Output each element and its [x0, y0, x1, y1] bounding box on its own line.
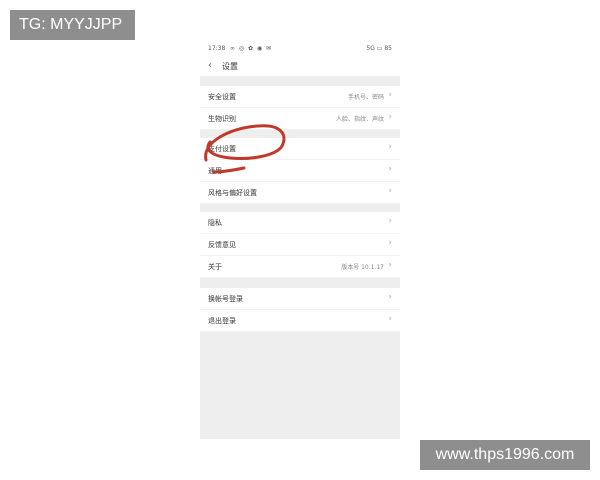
row-about[interactable]: 关于 版本号 10.1.17 › — [200, 256, 400, 278]
chevron-right-icon: › — [388, 238, 392, 248]
status-icons: ∞ ◎ ✿ ◉ ✉ — [230, 45, 273, 52]
back-arrow-icon[interactable]: ‹ — [208, 60, 212, 71]
status-time: 17:38 — [208, 45, 226, 52]
chevron-right-icon: › — [388, 314, 392, 324]
row-switch-account[interactable]: 换帐号登录 › — [200, 288, 400, 310]
status-bar: 17:38 ∞ ◎ ✿ ◉ ✉ 5G ▭ 85 — [200, 40, 400, 58]
chevron-right-icon: › — [388, 142, 392, 152]
chevron-right-icon: › — [388, 216, 392, 226]
title-bar: ‹ 设置 — [200, 58, 400, 76]
row-value: 人脸、指纹、声纹 — [335, 116, 384, 123]
row-security[interactable]: 安全设置 手机号、密码 › — [200, 86, 400, 108]
row-label: 安全设置 — [208, 93, 236, 101]
page-title: 设置 — [222, 62, 238, 71]
watermark-bottom: www.thps1996.com — [420, 440, 590, 470]
row-label: 隐私 — [208, 219, 222, 227]
annotation-circle — [204, 124, 286, 174]
chevron-right-icon: › — [388, 186, 392, 196]
row-value: 版本号 10.1.17 — [341, 264, 384, 271]
chevron-right-icon: › — [388, 112, 392, 122]
phone-screen: 17:38 ∞ ◎ ✿ ◉ ✉ 5G ▭ 85 ‹ 设置 安全设置 手机号、密码… — [200, 40, 400, 439]
chevron-right-icon: › — [388, 292, 392, 302]
settings-group-about: 隐私 › 反馈意见 › 关于 版本号 10.1.17 › — [200, 212, 400, 278]
row-label: 退出登录 — [208, 317, 236, 325]
row-value: 手机号、密码 — [347, 94, 384, 101]
row-label: 关于 — [208, 263, 222, 271]
row-label: 换帐号登录 — [208, 295, 243, 303]
row-privacy[interactable]: 隐私 › — [200, 212, 400, 234]
watermark-top: TG: MYYJJPP — [10, 10, 135, 40]
row-label: 反馈意见 — [208, 241, 236, 249]
chevron-right-icon: › — [388, 260, 392, 270]
settings-group-session: 换帐号登录 › 退出登录 › — [200, 288, 400, 332]
row-feedback[interactable]: 反馈意见 › — [200, 234, 400, 256]
signal-battery-icon: 5G ▭ 85 — [366, 45, 392, 52]
chevron-right-icon: › — [388, 164, 392, 174]
row-logout[interactable]: 退出登录 › — [200, 310, 400, 332]
chevron-right-icon: › — [388, 90, 392, 100]
